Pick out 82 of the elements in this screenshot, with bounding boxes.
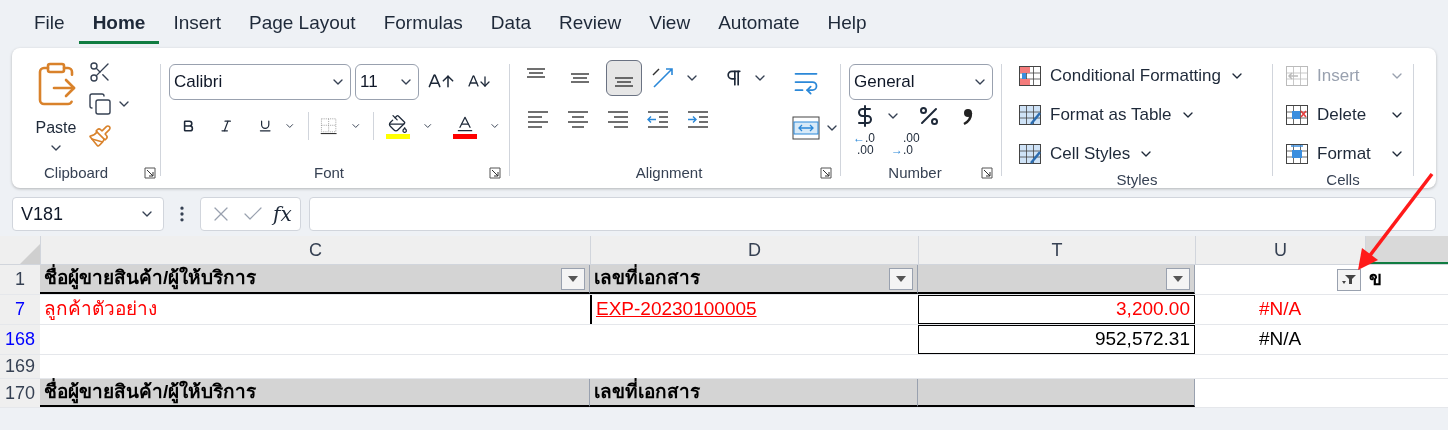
align-bottom-icon [613, 77, 635, 87]
row-number[interactable]: 7 [0, 295, 40, 324]
ribbon-tab[interactable]: Insert [159, 8, 235, 44]
group-label: Font [314, 162, 344, 183]
format-as-table-icon[interactable] [1018, 103, 1042, 126]
group-label: Alignment [635, 162, 703, 183]
number-format-dropdown[interactable]: General [849, 64, 993, 100]
fill-color-icon[interactable] [385, 113, 410, 139]
align-middle-icon [569, 73, 591, 83]
styles-menu-button[interactable]: Format as Table [1018, 99, 1264, 130]
insert-function-button[interactable]: fx [273, 199, 292, 229]
increase-indent-icon[interactable] [686, 108, 710, 130]
align-top-icon [525, 68, 547, 78]
cell-value: 952,572.31 [1094, 327, 1190, 352]
column-header-text: เลขที่เอกสาร [594, 377, 700, 404]
ribbon-tab[interactable]: Home [78, 8, 160, 44]
group-label: Clipboard [44, 162, 109, 183]
column-header-text: ชื่อผู้ขายสินค้า/ผู้ให้บริการ [44, 377, 257, 406]
ribbon-tab[interactable]: File [20, 8, 79, 44]
ribbon-tab[interactable]: Data [476, 8, 545, 44]
formula-input[interactable] [308, 197, 1436, 231]
align-center-icon[interactable] [566, 108, 590, 130]
cell-value: ลูกค้าตัวอย่าง [44, 297, 157, 322]
group-label: Cells [1326, 170, 1360, 190]
percent-icon[interactable] [917, 104, 941, 128]
align-right-icon[interactable] [606, 108, 630, 130]
format-cells-icon[interactable] [1285, 142, 1309, 165]
font-name-dropdown[interactable]: Calibri [169, 64, 351, 100]
paragraph-direction-icon[interactable] [724, 68, 744, 88]
decrease-indent-icon[interactable] [646, 108, 670, 130]
paste-button[interactable]: Paste [32, 56, 80, 162]
column-header-text: ชื่อผู้ขายสินค้า/ผู้ให้บริการ [44, 264, 257, 293]
group-label: Styles [1116, 170, 1158, 190]
font-size-dropdown[interactable]: 11 [355, 64, 419, 100]
filter-dropdown-button[interactable] [889, 267, 913, 290]
filter-dropdown-button[interactable] [561, 267, 585, 290]
dialog-launcher-icon[interactable] [144, 166, 156, 179]
cell-value: #N/A [1258, 297, 1302, 322]
merge-center-icon[interactable] [792, 116, 820, 140]
ribbon-tab[interactable]: Formulas [369, 8, 477, 44]
column-header[interactable]: T [918, 236, 1195, 264]
format-painter-icon[interactable] [88, 124, 112, 148]
document-number-link[interactable]: EXP-20230100005 [596, 295, 757, 324]
cell-value: 3,200.00 [1116, 297, 1190, 322]
ribbon-tab[interactable]: Automate [704, 8, 814, 44]
copy-icon[interactable] [88, 92, 112, 116]
cells-menu-button[interactable]: Delete [1285, 99, 1405, 130]
row-number[interactable]: 169 [0, 355, 40, 378]
filter-icon [1342, 274, 1356, 285]
bottom-align-button[interactable] [606, 60, 642, 96]
filter-dropdown-button[interactable] [1166, 267, 1190, 290]
ribbon-tab[interactable]: Review [545, 8, 636, 44]
column-header-text: ข [1369, 267, 1382, 292]
align-left-icon[interactable] [526, 108, 550, 130]
caret-down-icon [568, 275, 578, 282]
cell-value: #N/A [1258, 327, 1302, 352]
ribbon-tab[interactable]: Page Layout [234, 8, 370, 44]
dialog-launcher-icon[interactable] [489, 166, 501, 179]
delete-cells-icon[interactable] [1285, 103, 1309, 126]
group-label: Number [888, 162, 942, 183]
column-header[interactable]: C [40, 236, 590, 264]
conditional-formatting-icon[interactable] [1018, 64, 1042, 87]
caret-down-icon [896, 275, 906, 282]
ribbon-tab[interactable]: View [635, 8, 705, 44]
row-number[interactable]: 170 [0, 379, 40, 407]
decrease-decimal-button[interactable]: .00 →.0 [891, 132, 920, 156]
increase-decimal-button[interactable]: ←.0 .00 [853, 132, 875, 156]
dialog-launcher-icon[interactable] [981, 166, 993, 179]
styles-menu-button[interactable]: Conditional Formatting [1018, 60, 1264, 91]
caret-down-icon [1173, 275, 1183, 282]
name-box[interactable]: V181 [12, 197, 164, 231]
row-number[interactable]: 1 [0, 265, 40, 294]
row-number[interactable]: 168 [0, 325, 40, 354]
styles-menu-button[interactable]: Cell Styles [1018, 138, 1264, 169]
ribbon-tab[interactable]: Help [813, 8, 881, 44]
dialog-launcher-icon[interactable] [820, 166, 832, 179]
active-filter-button[interactable] [1337, 268, 1361, 291]
cells-menu-button[interactable]: Format [1285, 138, 1405, 169]
column-header-text: เลขที่เอกสาร [594, 264, 700, 293]
column-header[interactable] [1365, 236, 1448, 264]
column-header[interactable]: D [590, 236, 918, 264]
cell-styles-icon[interactable] [1018, 142, 1042, 165]
